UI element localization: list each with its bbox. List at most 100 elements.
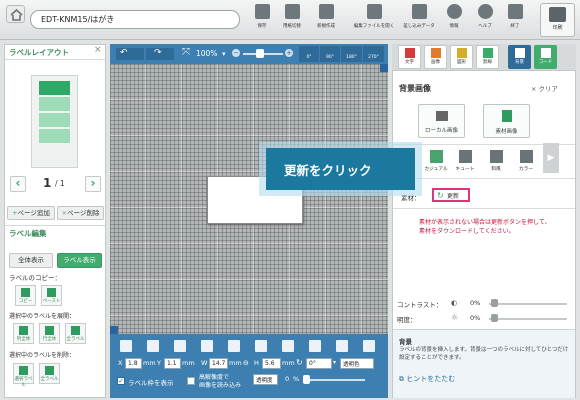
frame-checkbox[interactable]: ✓ bbox=[117, 377, 125, 385]
rotate-90-button[interactable]: 90° bbox=[320, 46, 340, 62]
transparent-color-button[interactable]: 透明色 bbox=[340, 358, 374, 369]
copy-icon[interactable] bbox=[174, 340, 186, 352]
fit-icon[interactable]: ⤧ bbox=[182, 47, 190, 58]
label-slot[interactable] bbox=[39, 113, 70, 127]
tab-text[interactable]: 文字 bbox=[398, 45, 421, 69]
tab-image[interactable]: 画像 bbox=[424, 45, 447, 69]
expand-column-button[interactable]: 列全体 bbox=[13, 323, 34, 344]
merge-data-button[interactable]: 差し込みデータ bbox=[400, 4, 438, 38]
category-japanese[interactable]: 和風 bbox=[483, 150, 509, 172]
edit-title: ラベル編集 bbox=[9, 229, 47, 238]
delete-page-button[interactable]: ×ページ削除 bbox=[57, 206, 104, 220]
save-button[interactable]: 保存 bbox=[247, 4, 277, 38]
home-button[interactable] bbox=[6, 5, 25, 23]
opacity-slider-handle[interactable] bbox=[303, 375, 310, 384]
info-button[interactable]: 情報 bbox=[439, 4, 469, 38]
paste-button[interactable]: ペースト bbox=[41, 285, 62, 306]
label-slot-selected[interactable] bbox=[39, 81, 70, 95]
prev-page-button[interactable]: ‹ bbox=[10, 176, 26, 192]
exit-label: 終了 bbox=[510, 24, 520, 29]
corner-marker bbox=[110, 326, 118, 334]
expand-all-button[interactable]: 全ラベル bbox=[65, 323, 86, 344]
sun-icon: ☼ bbox=[451, 313, 459, 322]
contrast-slider-handle[interactable] bbox=[491, 299, 498, 307]
help-button[interactable]: ヘルプ bbox=[470, 4, 500, 38]
zoom-in-icon[interactable]: + bbox=[285, 49, 293, 57]
rotate-180-button[interactable]: 180° bbox=[341, 46, 362, 62]
cut-icon[interactable] bbox=[147, 340, 159, 352]
brightness-slider-handle[interactable] bbox=[491, 314, 498, 322]
show-all-button[interactable]: 全体表示 bbox=[9, 253, 53, 268]
page-total: / 1 bbox=[55, 179, 65, 188]
link-icon[interactable]: ⊖ bbox=[243, 359, 249, 367]
new-file-button[interactable]: 新規作成 bbox=[311, 4, 341, 38]
tab-background[interactable]: 背景 bbox=[508, 45, 531, 69]
redo-button[interactable]: ↷ bbox=[146, 48, 174, 60]
page-current: 1 bbox=[43, 176, 52, 190]
rotate-0-button[interactable]: 0° bbox=[299, 46, 319, 62]
label-slot[interactable] bbox=[39, 129, 70, 143]
rotate-icon[interactable]: ↻ bbox=[296, 358, 303, 367]
align-icon[interactable] bbox=[282, 340, 294, 352]
brightness-value[interactable]: 0% bbox=[470, 314, 480, 322]
add-page-button[interactable]: +ページ追加 bbox=[7, 206, 55, 220]
close-icon[interactable]: × bbox=[94, 45, 102, 55]
undo-button[interactable]: ↶ bbox=[116, 48, 144, 60]
text-icon bbox=[404, 48, 415, 58]
layer-icon[interactable] bbox=[363, 340, 375, 352]
tab-shape[interactable]: 図形 bbox=[450, 45, 473, 69]
paper-switch-button[interactable]: 用紙切替 bbox=[277, 4, 307, 38]
opacity-value[interactable]: 0 bbox=[285, 375, 289, 383]
x-input[interactable]: 1.8 bbox=[125, 358, 142, 369]
material-image-button[interactable]: 素材画像 bbox=[483, 104, 530, 138]
bring-front-icon[interactable] bbox=[228, 340, 240, 352]
hires-checkbox[interactable] bbox=[187, 377, 195, 385]
zoom-dropdown-icon[interactable]: ▾ bbox=[222, 50, 226, 58]
delete-icon[interactable] bbox=[120, 340, 132, 352]
contrast-slider[interactable] bbox=[489, 303, 567, 305]
exit-button[interactable]: 終了 bbox=[500, 4, 530, 38]
zoom-out-icon[interactable]: − bbox=[232, 49, 240, 57]
distribute-icon[interactable] bbox=[309, 340, 321, 352]
tab-line[interactable]: 罫線 bbox=[476, 45, 499, 69]
category-cute[interactable]: キュート bbox=[452, 150, 478, 172]
update-button[interactable]: ↻ 更新 bbox=[432, 188, 470, 202]
delete-all-button[interactable]: 全ラベル bbox=[39, 363, 60, 384]
delete-selected-button[interactable]: 選択ラベル bbox=[13, 363, 34, 388]
send-back-icon[interactable] bbox=[255, 340, 267, 352]
lock-icon[interactable] bbox=[336, 340, 348, 352]
tab-line-label: 罫線 bbox=[483, 60, 492, 65]
w-input[interactable]: 14.7 bbox=[209, 358, 228, 369]
angle-input[interactable]: 0° bbox=[306, 358, 332, 369]
brightness-slider[interactable] bbox=[489, 318, 567, 320]
zoom-value[interactable]: 100% bbox=[196, 49, 217, 58]
opacity-slider[interactable] bbox=[305, 379, 365, 381]
open-file-button[interactable]: 編集ファイルを開く bbox=[352, 4, 396, 38]
show-label-button[interactable]: ラベル表示 bbox=[57, 253, 102, 268]
label-slot[interactable] bbox=[39, 97, 70, 111]
category-color[interactable]: カラー bbox=[513, 150, 539, 172]
category-casual[interactable]: カジュアル bbox=[423, 150, 449, 172]
copy-button[interactable]: コピー bbox=[15, 285, 36, 306]
contrast-value[interactable]: 0% bbox=[470, 299, 480, 307]
clear-button[interactable]: × クリア bbox=[531, 83, 558, 93]
paste-icon[interactable] bbox=[201, 340, 213, 352]
print-button[interactable]: 印刷 bbox=[540, 3, 575, 37]
zoom-slider-handle[interactable] bbox=[256, 49, 264, 58]
hide-hint-button[interactable]: ⧉ ヒントをたたむ bbox=[399, 374, 455, 384]
y-input[interactable]: 1.1 bbox=[164, 358, 181, 369]
update-label: 更新 bbox=[447, 193, 460, 200]
info-icon bbox=[446, 4, 462, 19]
layout-preview[interactable] bbox=[31, 75, 78, 168]
next-page-button[interactable]: › bbox=[85, 176, 101, 192]
category-next-button[interactable]: ▶ bbox=[543, 143, 559, 173]
expand-row-button[interactable]: 行全体 bbox=[39, 323, 60, 344]
brightness-label: 明度： bbox=[397, 316, 417, 324]
local-image-button[interactable]: ローカル画像 bbox=[418, 104, 465, 138]
h-input[interactable]: 5.6 bbox=[262, 358, 281, 369]
delete-selected-label: 選択ラベル bbox=[14, 377, 33, 388]
rotate-270-button[interactable]: 270° bbox=[363, 46, 384, 62]
add-page-label: ページ追加 bbox=[17, 209, 50, 217]
tab-code[interactable]: コード bbox=[534, 45, 557, 69]
angle-dropdown-icon[interactable]: ▾ bbox=[333, 359, 336, 366]
